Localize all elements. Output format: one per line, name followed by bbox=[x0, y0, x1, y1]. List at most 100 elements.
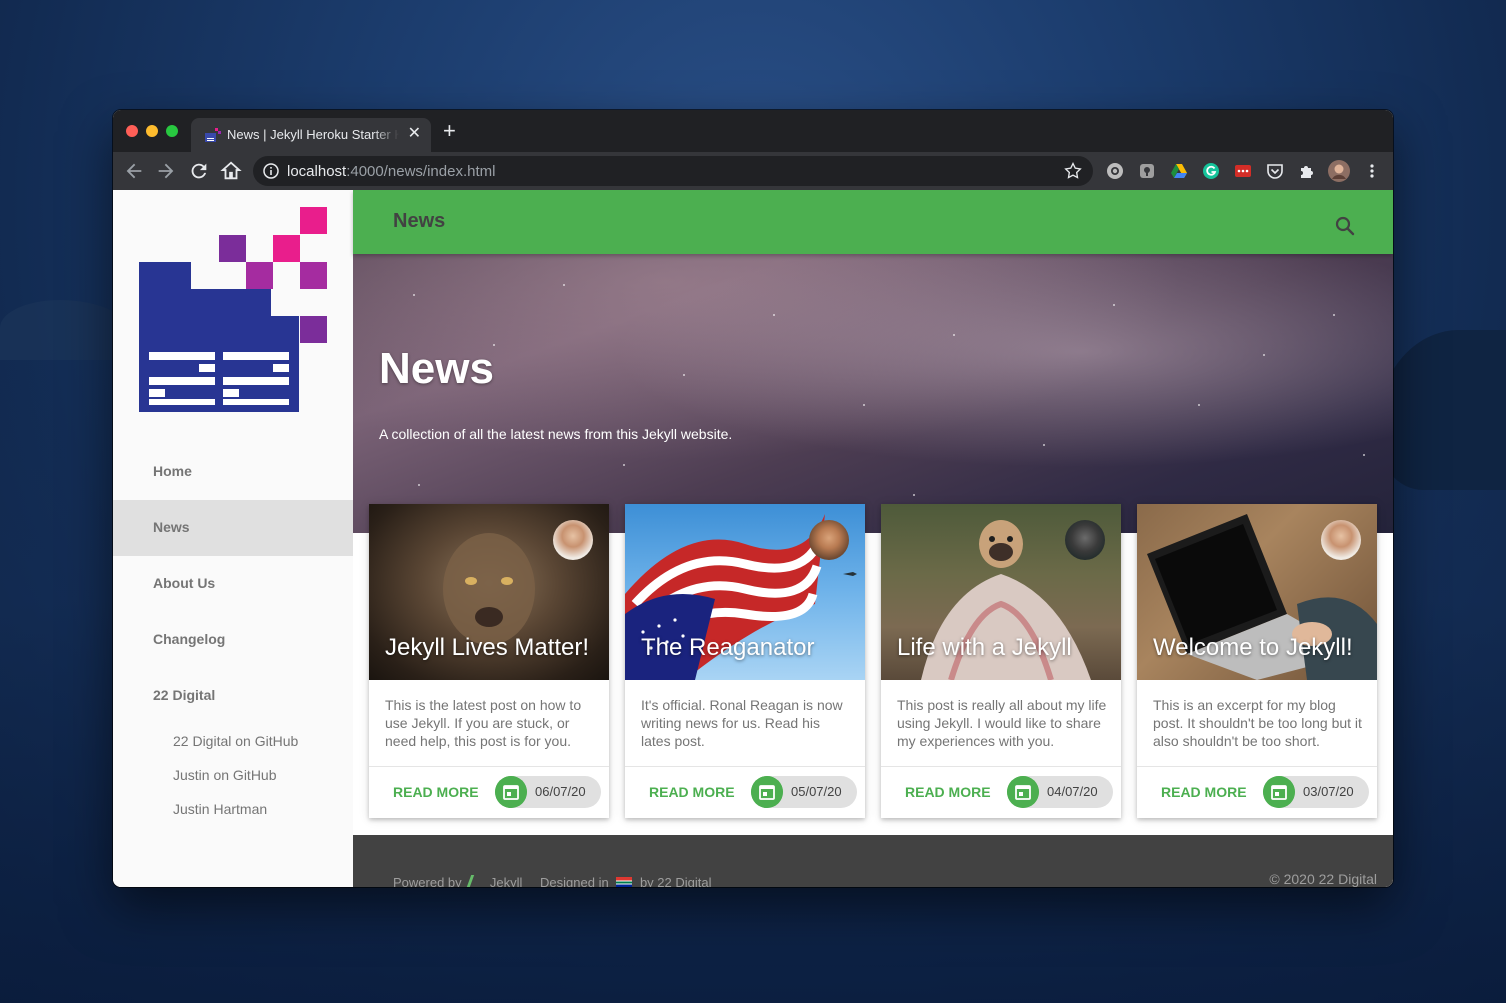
sidebar-drawer: Home News About Us Changelog 22 Digital … bbox=[113, 190, 353, 887]
sidebar-item-home[interactable]: Home bbox=[113, 444, 353, 500]
address-bar[interactable]: localhost:4000/news/index.html bbox=[253, 156, 1093, 186]
sidebar-link-22-digital-github[interactable]: 22 Digital on GitHub bbox=[173, 733, 298, 749]
close-window-button[interactable] bbox=[126, 125, 138, 137]
card-divider bbox=[625, 766, 865, 767]
page-footer: Powered by Jekyll Designed in by 22 Digi… bbox=[353, 835, 1393, 887]
footer-designer: by 22 Digital bbox=[639, 875, 712, 887]
pocket-icon[interactable] bbox=[1266, 162, 1284, 180]
post-excerpt: This post is really all about my life us… bbox=[897, 697, 1107, 749]
profile-avatar-icon[interactable] bbox=[1328, 160, 1350, 182]
card-divider bbox=[881, 766, 1121, 767]
main-content: News News A collection of all the latest… bbox=[353, 190, 1393, 887]
read-more-button[interactable]: READ MORE bbox=[393, 784, 479, 800]
sidebar-item-about-us[interactable]: About Us bbox=[113, 556, 353, 612]
sidebar-item-22-digital[interactable]: 22 Digital bbox=[113, 668, 353, 724]
url-text: localhost:4000/news/index.html bbox=[287, 163, 495, 180]
read-more-button[interactable]: READ MORE bbox=[649, 784, 735, 800]
calendar-icon bbox=[1263, 776, 1295, 808]
minimize-window-button[interactable] bbox=[146, 125, 158, 137]
read-more-button[interactable]: READ MORE bbox=[1161, 784, 1247, 800]
top-app-bar: News bbox=[353, 190, 1393, 254]
hero-title: News bbox=[379, 344, 494, 393]
sidebar-item-label: Home bbox=[153, 463, 192, 479]
appbar-title: News bbox=[393, 210, 446, 232]
sidebar-link-justin-hartman[interactable]: Justin Hartman bbox=[173, 801, 267, 817]
post-image-flag[interactable]: The Reaganator bbox=[625, 504, 865, 680]
post-card: Life with a Jekyll This post is really a… bbox=[881, 504, 1121, 818]
post-date: 03/07/20 bbox=[1303, 784, 1354, 799]
footer-credits: Powered by Jekyll Designed in by 22 Digi… bbox=[393, 875, 712, 887]
bookmark-star-icon[interactable] bbox=[1063, 161, 1083, 181]
url-path: :4000/news/index.html bbox=[346, 163, 496, 180]
post-image-pug[interactable]: Life with a Jekyll bbox=[881, 504, 1121, 680]
sidebar-item-label: 22 Digital bbox=[153, 687, 216, 703]
footer-jekyll-link[interactable]: Jekyll bbox=[490, 875, 523, 887]
card-divider bbox=[369, 766, 609, 767]
extensions-puzzle-icon[interactable] bbox=[1298, 162, 1316, 180]
read-more-button[interactable]: READ MORE bbox=[905, 784, 991, 800]
tab-close-icon[interactable]: ✕ bbox=[408, 125, 421, 143]
new-tab-button[interactable]: + bbox=[443, 120, 456, 142]
extension-2-icon[interactable] bbox=[1138, 162, 1156, 180]
reload-icon[interactable] bbox=[188, 160, 210, 182]
sidebar-link-justin-github[interactable]: Justin on GitHub bbox=[173, 767, 277, 783]
post-card: Jekyll Lives Matter! This is the latest … bbox=[369, 504, 609, 818]
post-title[interactable]: Life with a Jekyll bbox=[897, 634, 1072, 662]
tab-title: News | Jekyll Heroku Starter Kit bbox=[227, 127, 399, 142]
grammarly-icon[interactable] bbox=[1202, 162, 1220, 180]
sidebar-item-label: News bbox=[153, 519, 190, 535]
calendar-icon bbox=[751, 776, 783, 808]
post-excerpt: This is the latest post on how to use Je… bbox=[385, 697, 582, 749]
post-date: 05/07/20 bbox=[791, 784, 842, 799]
sidebar-item-news[interactable]: News bbox=[113, 500, 353, 556]
author-avatar bbox=[1321, 520, 1361, 560]
sidebar-item-label: About Us bbox=[153, 575, 216, 591]
browser-toolbar: localhost:4000/news/index.html bbox=[113, 152, 1393, 190]
maximize-window-button[interactable] bbox=[166, 125, 178, 137]
jekyll-logo-icon bbox=[467, 875, 485, 887]
lastpass-icon[interactable] bbox=[1234, 162, 1252, 180]
forward-icon[interactable] bbox=[155, 160, 177, 182]
post-excerpt: It's official. Ronal Reagan is now writi… bbox=[641, 697, 843, 749]
date-chip: 03/07/20 bbox=[1263, 776, 1369, 808]
browser-menu-icon[interactable] bbox=[1363, 162, 1381, 180]
post-date: 04/07/20 bbox=[1047, 784, 1098, 799]
author-avatar bbox=[809, 520, 849, 560]
back-icon[interactable] bbox=[123, 160, 145, 182]
post-excerpt: This is an excerpt for my blog post. It … bbox=[1153, 697, 1362, 749]
extension-1-icon[interactable] bbox=[1106, 162, 1124, 180]
footer-designed-in: Designed in bbox=[540, 875, 609, 887]
hero-banner: News A collection of all the latest news… bbox=[353, 254, 1393, 533]
post-image-laptop[interactable]: Welcome to Jekyll! bbox=[1137, 504, 1377, 680]
lioness-face-shape bbox=[443, 533, 535, 645]
home-icon[interactable] bbox=[220, 160, 242, 182]
card-divider bbox=[1137, 766, 1377, 767]
author-avatar bbox=[1065, 520, 1105, 560]
post-title[interactable]: Welcome to Jekyll! bbox=[1153, 634, 1353, 662]
date-chip: 05/07/20 bbox=[751, 776, 857, 808]
calendar-icon bbox=[1007, 776, 1039, 808]
south-africa-flag-icon bbox=[616, 877, 633, 887]
site-info-icon[interactable] bbox=[263, 163, 279, 179]
url-host: localhost bbox=[287, 163, 347, 180]
sidebar-item-changelog[interactable]: Changelog bbox=[113, 612, 353, 668]
post-card: Welcome to Jekyll! This is an excerpt fo… bbox=[1137, 504, 1377, 818]
browser-tab-active[interactable]: News | Jekyll Heroku Starter Kit ✕ bbox=[191, 118, 431, 152]
browser-window: News | Jekyll Heroku Starter Kit ✕ + loc… bbox=[113, 110, 1393, 887]
sidebar-item-label: Changelog bbox=[153, 631, 226, 647]
post-title[interactable]: The Reaganator bbox=[641, 634, 814, 662]
footer-powered-by: Powered by bbox=[393, 875, 462, 887]
post-title[interactable]: Jekyll Lives Matter! bbox=[385, 634, 589, 662]
desktop-hill bbox=[0, 300, 130, 360]
footer-copyright: © 2020 22 Digital bbox=[1269, 871, 1377, 887]
22-digital-logo[interactable] bbox=[139, 207, 327, 412]
web-page: Home News About Us Changelog 22 Digital … bbox=[113, 190, 1393, 887]
search-icon[interactable] bbox=[1333, 214, 1357, 238]
google-drive-icon[interactable] bbox=[1170, 162, 1188, 180]
author-avatar bbox=[553, 520, 593, 560]
tab-strip: News | Jekyll Heroku Starter Kit ✕ + bbox=[113, 110, 1393, 152]
date-chip: 06/07/20 bbox=[495, 776, 601, 808]
post-image-lioness[interactable]: Jekyll Lives Matter! bbox=[369, 504, 609, 680]
site-favicon-icon bbox=[205, 128, 221, 142]
post-date: 06/07/20 bbox=[535, 784, 586, 799]
